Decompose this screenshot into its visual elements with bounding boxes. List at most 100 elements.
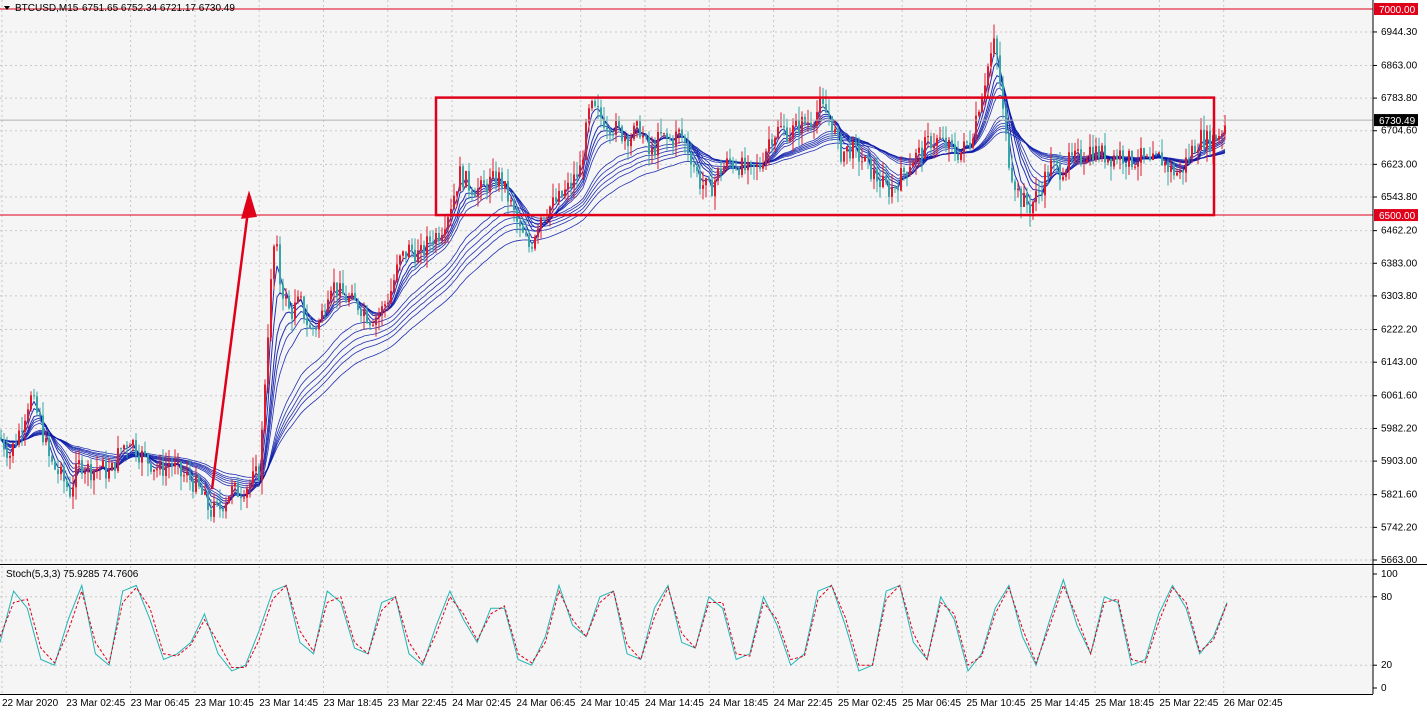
candle-body — [747, 162, 749, 171]
candle-body — [3, 439, 5, 450]
candle-body — [504, 181, 506, 189]
candle-body — [726, 158, 728, 167]
candle-body — [924, 137, 926, 159]
candle-body — [1023, 192, 1025, 207]
candle-body — [909, 166, 911, 175]
candle-body — [240, 496, 242, 499]
candle-body — [273, 246, 275, 280]
candle-body — [1131, 151, 1133, 168]
candle-body — [135, 439, 137, 456]
candle-body — [1179, 170, 1181, 173]
candle-body — [552, 197, 554, 207]
candle-body — [480, 180, 482, 189]
candle-body — [534, 236, 536, 249]
candle-body — [813, 125, 815, 127]
y-tick-label: 6863.00 — [1381, 60, 1418, 71]
y-tick-label: 5742.20 — [1381, 522, 1418, 533]
candle-body — [432, 241, 434, 245]
candle-body — [786, 127, 788, 142]
candle-body — [288, 295, 290, 309]
candle-body — [693, 164, 695, 167]
candle-body — [1059, 163, 1061, 180]
candle-body — [648, 137, 650, 155]
candle-body — [147, 453, 149, 464]
candle-body — [624, 136, 626, 142]
candle-body — [195, 476, 197, 492]
candle-body — [873, 169, 875, 180]
candle-body — [831, 116, 833, 133]
candle-body — [708, 178, 710, 180]
candle-body — [723, 166, 725, 174]
candle-body — [888, 182, 890, 197]
candle-body — [99, 467, 101, 469]
candle-body — [1152, 153, 1154, 161]
candle-body — [960, 152, 962, 160]
candle-body — [687, 141, 689, 154]
candle-body — [846, 146, 848, 152]
candle-body — [681, 129, 683, 137]
candle-body — [507, 181, 509, 202]
candle-body — [801, 116, 803, 134]
candle-body — [471, 190, 473, 195]
candle-body — [174, 462, 176, 467]
candle-body — [654, 147, 656, 156]
candle-body — [291, 308, 293, 319]
candle-body — [657, 132, 659, 156]
x-tick-label: 25 Mar 02:45 — [838, 698, 897, 709]
candle-body — [705, 178, 707, 186]
candle-body — [405, 251, 407, 258]
candle-body — [903, 167, 905, 173]
candle-body — [573, 174, 575, 188]
x-tick-label: 24 Mar 10:45 — [581, 698, 640, 709]
candle-body — [936, 138, 938, 146]
candle-body — [1215, 135, 1217, 140]
candle-body — [216, 501, 218, 503]
candle-body — [486, 183, 488, 193]
x-tick-label: 22 Mar 2020 — [2, 698, 59, 709]
candle-body — [540, 217, 542, 229]
candle-body — [585, 122, 587, 160]
candle-body — [1221, 133, 1223, 137]
chart-area[interactable]: 7000.006500.006730.49 6944.306863.006783… — [0, 0, 1427, 717]
candle-body — [168, 464, 170, 466]
candle-body — [1176, 172, 1178, 176]
x-tick-label: 25 Mar 06:45 — [902, 698, 961, 709]
candle-body — [768, 139, 770, 152]
candle-body — [282, 284, 284, 299]
candle-body — [390, 290, 392, 303]
candle-body — [777, 126, 779, 138]
x-tick-label: 23 Mar 02:45 — [66, 698, 125, 709]
candle-body — [642, 135, 644, 138]
candle-body — [192, 479, 194, 492]
candle-body — [840, 136, 842, 162]
candle-body — [810, 122, 812, 127]
candle-body — [660, 132, 662, 134]
candle-body — [360, 310, 362, 317]
symbol-label: BTCUSD,M15 — [15, 3, 79, 14]
x-tick-label: 23 Mar 18:45 — [324, 698, 383, 709]
candle-body — [1104, 145, 1106, 163]
candle-body — [720, 168, 722, 174]
candle-body — [933, 145, 935, 149]
candle-body — [819, 98, 821, 113]
candle-body — [24, 420, 26, 433]
candle-body — [162, 462, 164, 476]
candle-body — [561, 190, 563, 197]
candle-body — [822, 98, 824, 105]
candle-body — [498, 172, 500, 187]
candle-body — [1107, 158, 1109, 163]
candle-body — [105, 460, 107, 479]
candle-body — [375, 317, 377, 325]
candle-body — [879, 181, 881, 188]
candle-body — [15, 443, 17, 445]
candle-body — [324, 310, 326, 312]
candle-body — [891, 186, 893, 197]
candle-body — [1029, 204, 1031, 214]
candle-body — [339, 283, 341, 297]
candle-body — [1050, 160, 1052, 176]
candle-body — [300, 296, 302, 298]
candle-body — [1182, 170, 1184, 173]
candle-body — [453, 195, 455, 209]
candle-body — [252, 471, 254, 484]
candle-body — [870, 158, 872, 180]
